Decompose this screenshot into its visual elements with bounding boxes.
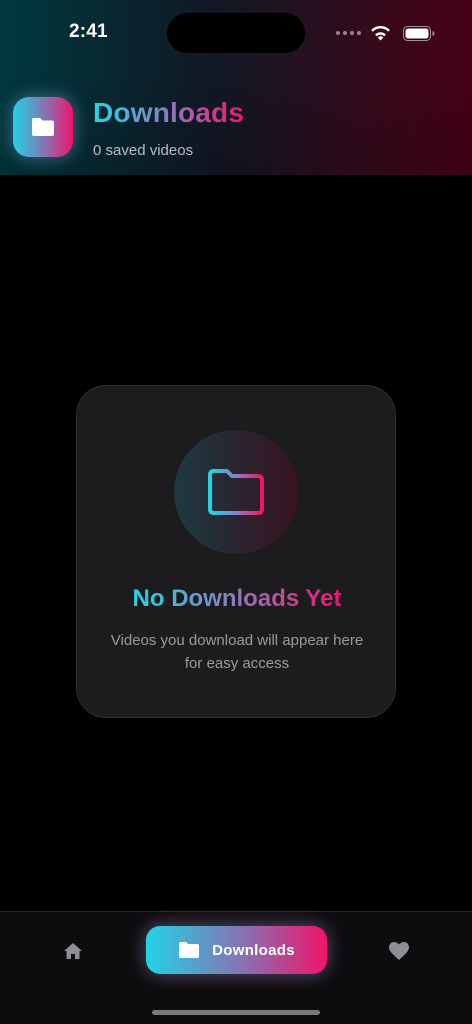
home-icon bbox=[64, 943, 82, 959]
heart-icon bbox=[389, 942, 409, 960]
battery-icon bbox=[403, 25, 435, 41]
wifi-icon bbox=[371, 25, 390, 41]
app-screen: 2:41 Downloads 0 saved videos No Downloa… bbox=[0, 0, 472, 1024]
folder-icon bbox=[179, 942, 200, 958]
empty-state-description: Videos you download will appear here for… bbox=[110, 632, 364, 672]
status-icons bbox=[336, 22, 435, 44]
home-indicator bbox=[152, 1010, 320, 1015]
nav-favorites-button[interactable] bbox=[386, 938, 412, 964]
bottom-nav: Downloads bbox=[0, 911, 472, 1024]
cellular-signal-icon bbox=[336, 31, 361, 35]
dynamic-island bbox=[167, 13, 305, 53]
saved-videos-count: 0 saved videos bbox=[93, 142, 194, 159]
empty-state-card: No Downloads Yet Videos you download wil… bbox=[76, 385, 396, 718]
status-time: 2:41 bbox=[69, 21, 108, 42]
folder-icon bbox=[32, 118, 54, 136]
page-title: Downloads bbox=[93, 97, 245, 128]
empty-state-icon-circle bbox=[174, 430, 298, 554]
nav-downloads-button[interactable]: Downloads bbox=[146, 926, 327, 974]
empty-state-title: No Downloads Yet bbox=[132, 585, 342, 612]
nav-home-button[interactable] bbox=[60, 938, 86, 964]
folder-icon bbox=[208, 469, 264, 515]
downloads-app-icon bbox=[13, 97, 73, 157]
nav-downloads-label: Downloads bbox=[212, 941, 295, 959]
